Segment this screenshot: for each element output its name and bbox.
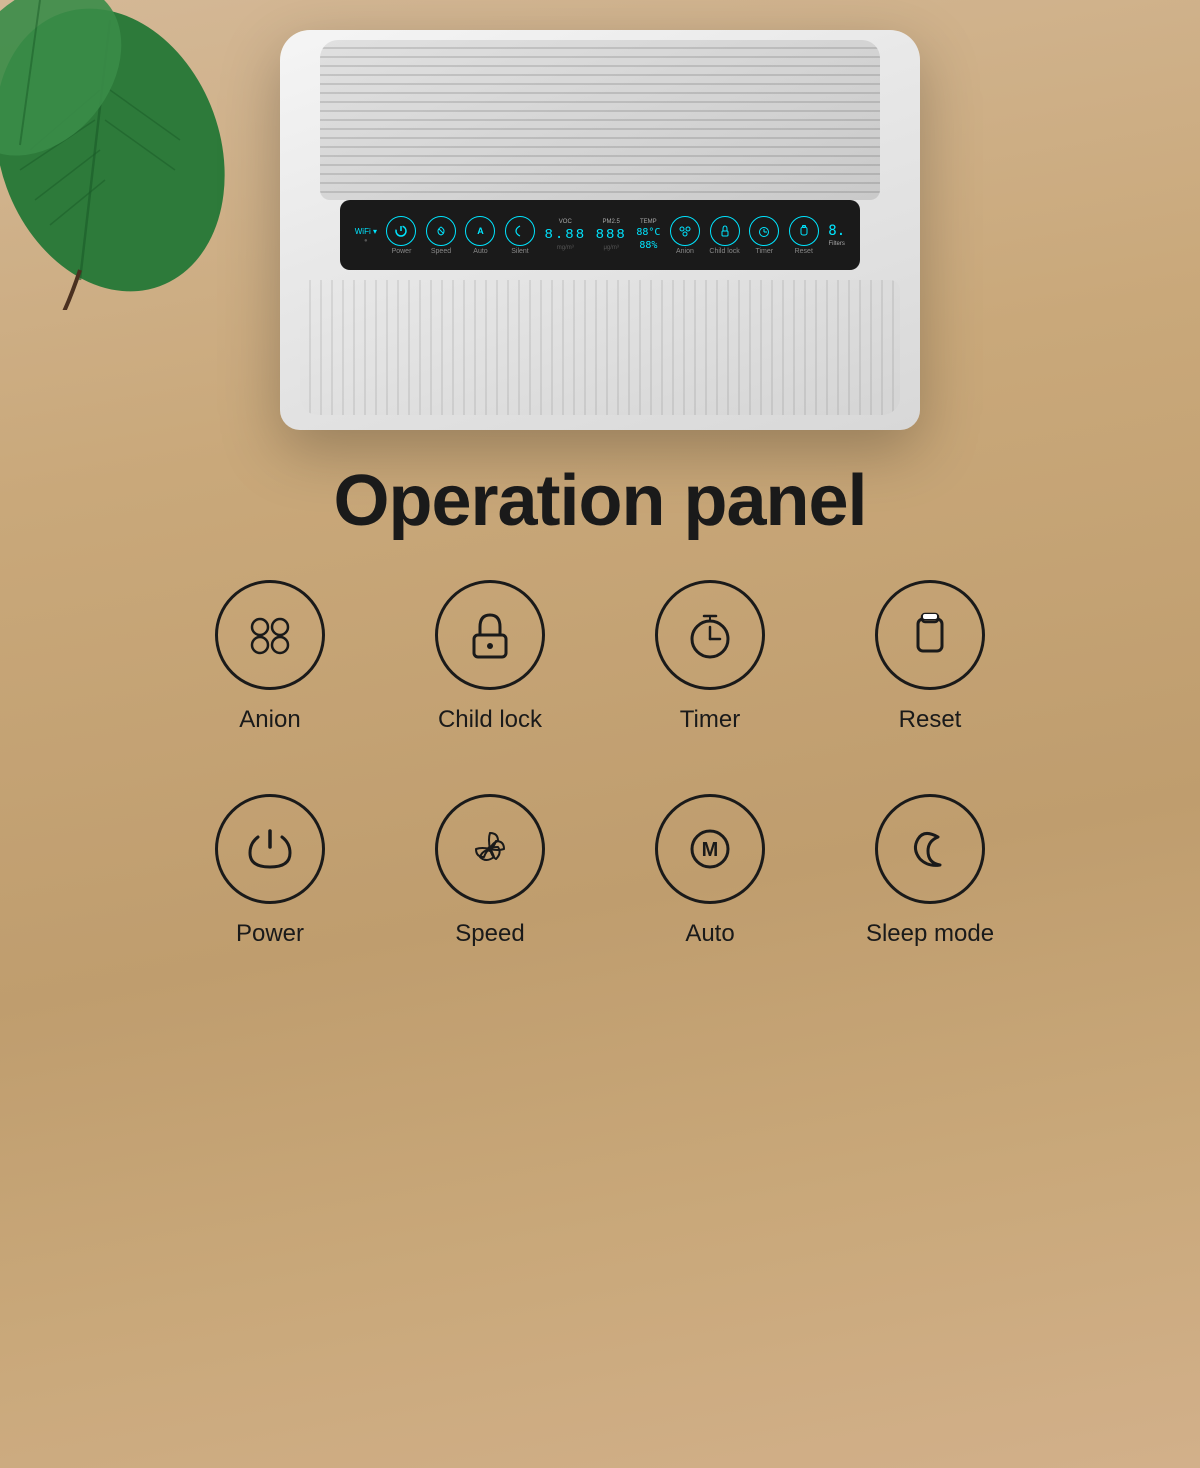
- purifier-body: WiFi ▾ ● Power: [280, 30, 920, 430]
- speed-icon-circle: [435, 794, 545, 904]
- control-panel: WiFi ▾ ● Power: [340, 200, 860, 270]
- sleep-mode-item: Sleep mode: [860, 794, 1000, 948]
- auto-icon-circle: M: [655, 794, 765, 904]
- moon-icon: [900, 819, 960, 879]
- reset-icon: [900, 605, 960, 665]
- power-icon: [240, 819, 300, 879]
- sleep-mode-icon-circle: [875, 794, 985, 904]
- section-title: Operation panel: [0, 460, 1200, 542]
- vent-front: [300, 280, 900, 415]
- icons-row-2: Power Speed: [0, 794, 1200, 948]
- child-lock-icon-circle: [435, 580, 545, 690]
- child-lock-item: Child lock: [420, 580, 560, 734]
- auto-label: Auto: [685, 920, 734, 948]
- anion-icon: [240, 605, 300, 665]
- sleep-mode-label: Sleep mode: [866, 920, 994, 948]
- anion-icon-circle: [215, 580, 325, 690]
- timer-icon-circle: [655, 580, 765, 690]
- vent-top: [320, 40, 880, 200]
- power-item: Power: [200, 794, 340, 948]
- reset-item: Reset: [860, 580, 1000, 734]
- power-label: Power: [236, 920, 304, 948]
- reset-icon-circle: [875, 580, 985, 690]
- lock-icon: [460, 605, 520, 665]
- anion-item: Anion: [200, 580, 340, 734]
- purifier-image: WiFi ▾ ● Power: [250, 20, 950, 440]
- svg-text:M: M: [702, 839, 719, 861]
- child-lock-label: Child lock: [438, 706, 542, 734]
- auto-icon: M: [680, 819, 740, 879]
- anion-label: Anion: [239, 706, 300, 734]
- icons-grid: Anion Child lock: [0, 580, 1200, 968]
- section-title-container: Operation panel: [0, 460, 1200, 542]
- power-icon-circle: [215, 794, 325, 904]
- speed-item: Speed: [420, 794, 560, 948]
- auto-item: M Auto: [640, 794, 780, 948]
- icons-row-1: Anion Child lock: [0, 580, 1200, 734]
- speed-label: Speed: [455, 920, 524, 948]
- timer-item: Timer: [640, 580, 780, 734]
- plant-decoration: [0, 0, 240, 310]
- timer-label: Timer: [680, 706, 740, 734]
- timer-icon: [680, 605, 740, 665]
- reset-label: Reset: [899, 706, 962, 734]
- speed-icon: [460, 819, 520, 879]
